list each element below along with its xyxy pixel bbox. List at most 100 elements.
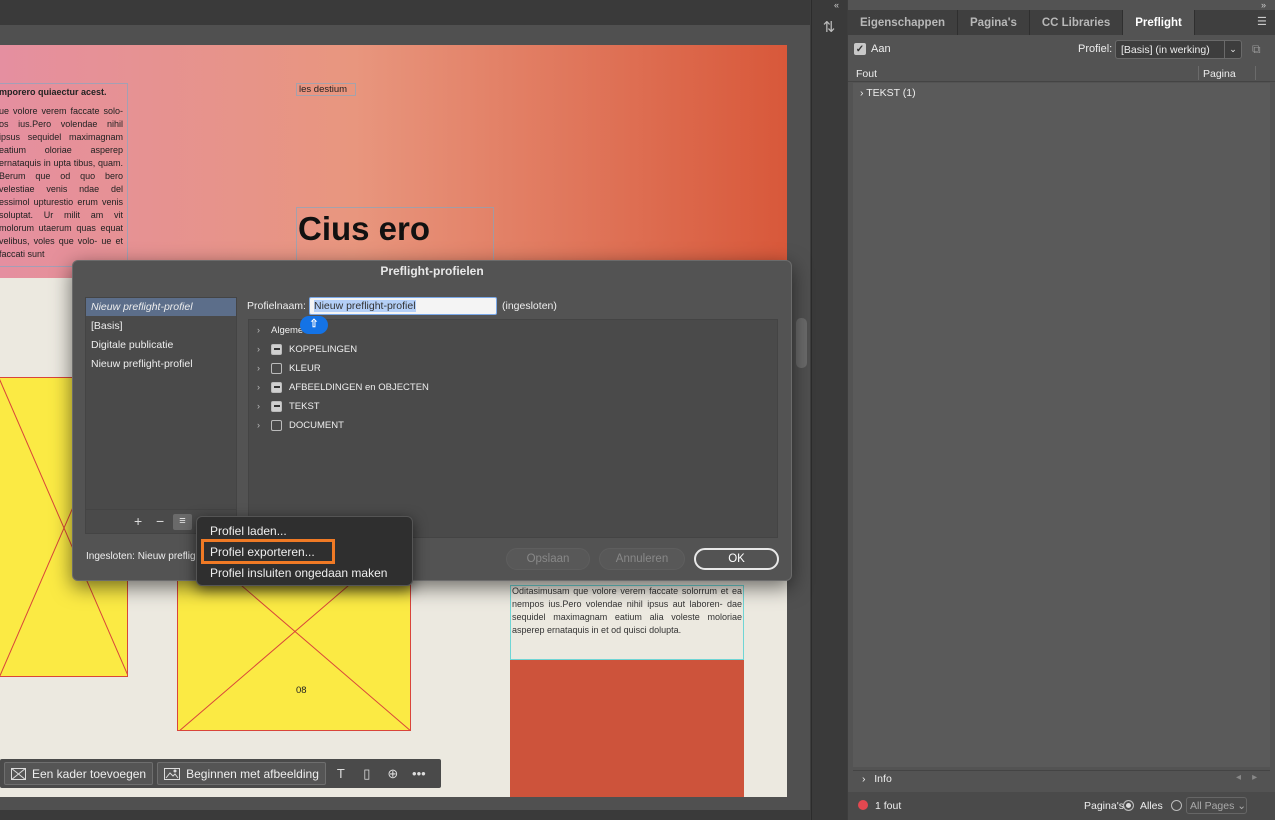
- profile-list-item[interactable]: Nieuw preflight-profiel: [86, 298, 236, 316]
- ok-button[interactable]: OK: [694, 548, 779, 570]
- left-text-heading: mporero quiaectur acest.: [0, 87, 107, 97]
- error-list: [853, 83, 1270, 767]
- tree-checkbox[interactable]: [271, 419, 282, 431]
- canvas-top-bar: [0, 0, 810, 25]
- left-text-body: ue volore verem faccate solo- os ius.Per…: [0, 106, 123, 259]
- column-divider: [1255, 66, 1256, 80]
- contextual-task-bar: Een kader toevoegen Beginnen met afbeeld…: [0, 759, 441, 788]
- frame-icon: [11, 767, 26, 780]
- profile-select-value: [Basis] (in werking): [1121, 44, 1210, 56]
- tree-row-text[interactable]: › TEKST: [257, 398, 320, 414]
- chevron-right-icon: ›: [257, 382, 260, 392]
- chevron-right-icon: ›: [257, 420, 260, 430]
- chevron-right-icon: ›: [860, 87, 864, 99]
- profile-settings-icon[interactable]: ⧉: [1252, 42, 1261, 57]
- top-text-frame[interactable]: les destium: [296, 83, 356, 96]
- pages-range-radio[interactable]: [1171, 800, 1182, 811]
- pages-all-label: Alles: [1140, 800, 1163, 812]
- tab-paginas[interactable]: Pagina's: [958, 10, 1030, 35]
- add-frame-button[interactable]: Een kader toevoegen: [4, 762, 154, 785]
- cancel-button[interactable]: Annuleren: [599, 548, 685, 570]
- tree-label: KOPPELINGEN: [289, 343, 358, 355]
- preflight-on-checkbox[interactable]: ✓: [854, 43, 866, 55]
- profile-list-item[interactable]: Nieuw preflight-profiel: [86, 355, 236, 373]
- pages-label: Pagina's:: [1084, 800, 1127, 812]
- delete-profile-button[interactable]: −: [156, 513, 164, 529]
- panel-icon-strip: [811, 0, 847, 820]
- chevron-right-icon: ›: [257, 325, 260, 335]
- tree-checkbox[interactable]: [271, 400, 282, 412]
- profile-name-input[interactable]: Nieuw preflight-profiel: [309, 297, 497, 315]
- pages-all-radio[interactable]: [1123, 800, 1134, 811]
- preflight-on-label: Aan: [871, 43, 891, 55]
- info-nav-arrows-icon[interactable]: ◂ ▸: [1236, 772, 1257, 783]
- tree-label: AFBEELDINGEN en OBJECTEN: [289, 381, 429, 393]
- tree-row-color[interactable]: › KLEUR: [257, 360, 321, 376]
- tree-row-images-objects[interactable]: › AFBEELDINGEN en OBJECTEN: [257, 379, 429, 395]
- info-toggle[interactable]: › Info: [862, 773, 892, 785]
- red-color-block[interactable]: [510, 660, 744, 797]
- profile-list-item[interactable]: Digitale publicatie: [86, 336, 236, 354]
- info-label: Info: [874, 773, 892, 785]
- profile-name-value: Nieuw preflight-profiel: [314, 300, 416, 312]
- profile-name-label: Profielnaam:: [247, 300, 306, 312]
- error-group-text[interactable]: › TEKST (1): [860, 87, 916, 99]
- chevron-right-icon: ›: [257, 401, 260, 411]
- column-divider: [1198, 66, 1199, 80]
- tree-label: DOCUMENT: [289, 419, 344, 431]
- pages-range-value: All Pages: [1190, 800, 1235, 812]
- error-status-icon: [858, 800, 868, 810]
- pages-range-select[interactable]: All Pages ⌄: [1186, 797, 1247, 814]
- chevron-right-icon: ›: [862, 773, 866, 785]
- tree-row-document[interactable]: › DOCUMENT: [257, 417, 344, 433]
- embedded-status: Ingesloten: Nieuw preflig: [86, 551, 196, 562]
- image-icon: [164, 768, 181, 780]
- tab-eigenschappen[interactable]: Eigenschappen: [848, 10, 958, 35]
- left-text-frame[interactable]: mporero quiaectur acest. ue volore verem…: [0, 83, 128, 267]
- tab-cc-libraries[interactable]: CC Libraries: [1030, 10, 1124, 35]
- start-with-image-button[interactable]: Beginnen met afbeelding: [157, 762, 326, 785]
- profile-list-item[interactable]: [Basis]: [86, 317, 236, 335]
- menu-item-unembed-profile[interactable]: Profiel insluiten ongedaan maken: [210, 566, 387, 580]
- save-button[interactable]: Opslaan: [506, 548, 590, 570]
- collapse-right-icon[interactable]: »: [1261, 0, 1266, 10]
- highlight-annotation: [201, 539, 335, 564]
- tree-label: KLEUR: [289, 362, 321, 374]
- add-frame-label: Een kader toevoegen: [32, 766, 147, 781]
- text-icon[interactable]: T: [330, 763, 352, 785]
- shift-cursor-icon: ⇧: [300, 316, 328, 334]
- chevron-right-icon: ›: [257, 344, 260, 354]
- column-page[interactable]: Pagina: [1203, 68, 1236, 80]
- error-group-label: TEKST (1): [866, 87, 916, 99]
- info-section: [853, 770, 1270, 788]
- menu-item-load-profile[interactable]: Profiel laden...: [210, 524, 287, 538]
- tree-row-links[interactable]: › KOPPELINGEN: [257, 341, 357, 357]
- embedded-label: (ingesloten): [502, 300, 557, 312]
- tree-label: TEKST: [289, 400, 320, 412]
- chevron-down-icon: ⌄: [1224, 41, 1241, 58]
- error-count: 1 fout: [875, 800, 902, 812]
- panel-menu-icon[interactable]: ☰: [1257, 15, 1270, 28]
- canvas-bottom-bar: [0, 810, 810, 820]
- profile-label: Profiel:: [1078, 43, 1113, 55]
- selection-frame-outline: [510, 585, 744, 660]
- page-add-icon[interactable]: ⊕: [382, 763, 404, 785]
- tree-checkbox[interactable]: [271, 381, 282, 393]
- more-icon[interactable]: •••: [408, 763, 430, 785]
- page-number: 08: [296, 685, 307, 696]
- tab-preflight[interactable]: Preflight: [1123, 10, 1195, 35]
- profile-menu-button[interactable]: ≡: [173, 514, 192, 530]
- headline-text: Cius ero: [298, 210, 431, 247]
- document-icon[interactable]: ▯: [356, 763, 378, 785]
- panel-tab-bar: Eigenschappen Pagina's CC Libraries Pref…: [848, 10, 1275, 35]
- vertical-scrollbar[interactable]: [796, 318, 807, 368]
- chevron-right-icon: ›: [257, 363, 260, 373]
- preflight-panel-icon[interactable]: ⇅: [818, 18, 840, 40]
- collapse-left-icon[interactable]: «: [834, 0, 839, 10]
- column-error[interactable]: Fout: [856, 68, 877, 80]
- profile-select[interactable]: [Basis] (in werking) ⌄: [1115, 40, 1242, 59]
- tree-checkbox[interactable]: [271, 343, 282, 355]
- dialog-title: Preflight-profielen: [380, 264, 484, 278]
- add-profile-button[interactable]: +: [134, 513, 142, 529]
- tree-checkbox[interactable]: [271, 362, 282, 374]
